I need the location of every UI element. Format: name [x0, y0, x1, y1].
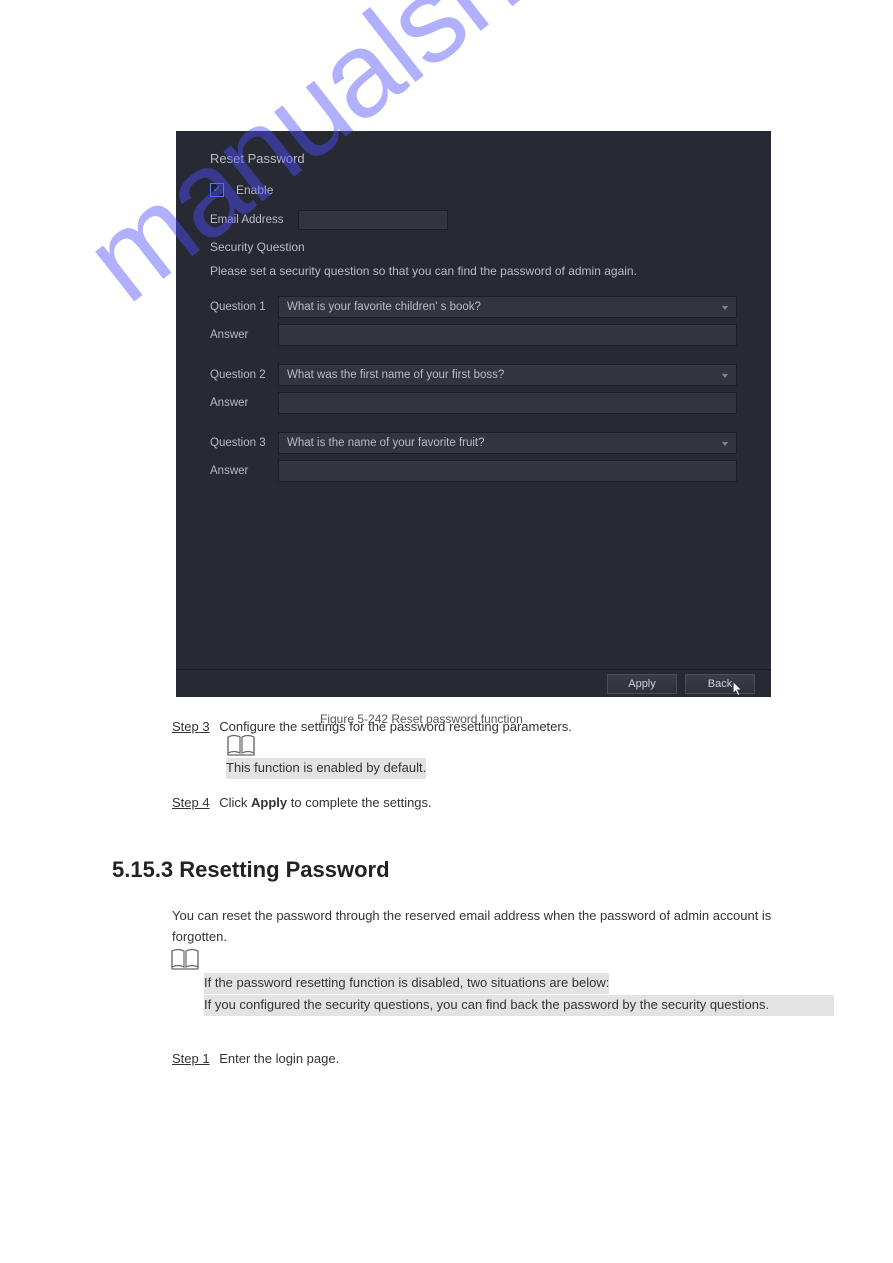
step1-label: Step 1 — [172, 1051, 210, 1066]
panel-title: Reset Password — [210, 151, 737, 166]
step4-label: Step 4 — [172, 795, 210, 810]
answer2-input[interactable] — [278, 392, 737, 414]
reset-password-panel: Reset Password Enable Email Address Secu… — [176, 131, 771, 697]
step4-rest: to complete the settings. — [287, 795, 432, 810]
answer2-label: Answer — [210, 397, 278, 409]
question2-value: What was the first name of your first bo… — [287, 369, 504, 381]
step3-text: Configure the settings for the password … — [219, 719, 572, 734]
answer3-label: Answer — [210, 465, 278, 477]
enable-checkbox[interactable] — [210, 183, 224, 197]
back-button[interactable]: Back — [685, 674, 755, 694]
question2-dropdown[interactable]: What was the first name of your first bo… — [278, 364, 737, 386]
note2b-text: If you configured the security questions… — [204, 995, 834, 1016]
email-input[interactable] — [298, 210, 448, 230]
step3-label: Step 3 — [172, 719, 210, 734]
note2a-text: If the password resetting function is di… — [204, 973, 609, 994]
book-icon — [170, 948, 200, 970]
step4-apply-bold: Apply — [251, 795, 287, 810]
question1-dropdown[interactable]: What is your favorite children' s book? — [278, 296, 737, 318]
security-instruction: Please set a security question so that y… — [210, 264, 737, 278]
answer1-input[interactable] — [278, 324, 737, 346]
section-heading: 5.15.3 Resetting Password — [112, 852, 390, 887]
note1-text: This function is enabled by default. — [226, 758, 426, 779]
section-text: You can reset the password through the r… — [172, 906, 812, 948]
step1-text: Enter the login page. — [219, 1051, 339, 1066]
question2-label: Question 2 — [210, 369, 278, 381]
panel-footer: Apply Back — [176, 669, 771, 697]
question1-label: Question 1 — [210, 301, 278, 313]
apply-button[interactable]: Apply — [607, 674, 677, 694]
enable-label: Enable — [236, 183, 273, 197]
question3-value: What is the name of your favorite fruit? — [287, 437, 485, 449]
email-label: Email Address — [210, 214, 298, 226]
question3-dropdown[interactable]: What is the name of your favorite fruit? — [278, 432, 737, 454]
question3-label: Question 3 — [210, 437, 278, 449]
answer3-input[interactable] — [278, 460, 737, 482]
security-question-heading: Security Question — [210, 240, 737, 254]
answer1-label: Answer — [210, 329, 278, 341]
book-icon — [226, 734, 256, 756]
step4-click: Click — [219, 795, 251, 810]
question1-value: What is your favorite children' s book? — [287, 301, 481, 313]
